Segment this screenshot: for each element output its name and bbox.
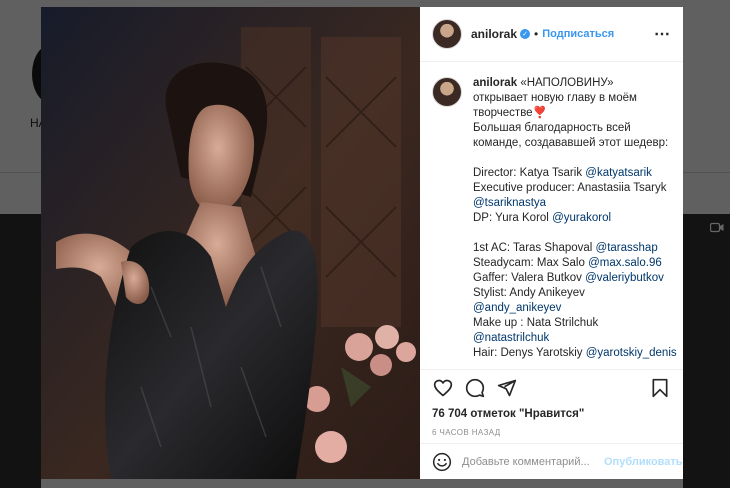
- caption-line: Gaffer: Valera Butkov @valeriybutkov: [473, 271, 677, 286]
- caption-line: Stylist: Andy Anikeyev: [473, 286, 677, 301]
- caption-mention-link[interactable]: @max.salo.96: [588, 257, 662, 269]
- caption-credit: DP: Yura Korol: [473, 212, 553, 224]
- caption-text: открывает новую главу в моём: [473, 92, 637, 104]
- post-modal: anilorak ✓ • Подписаться ⋯ anilorak «НАП…: [41, 7, 683, 479]
- caption-credit: Steadycam: Max Salo: [473, 257, 589, 269]
- comment-icon[interactable]: [464, 377, 486, 399]
- comment-form: Опубликовать: [420, 443, 683, 479]
- post-timestamp[interactable]: 6 ЧАСОВ НАЗАД: [420, 423, 683, 443]
- caption-line: [473, 151, 677, 166]
- caption-mention-link[interactable]: @yarotskiy_denis: [586, 347, 677, 359]
- follow-button[interactable]: Подписаться: [542, 28, 614, 40]
- caption-author-avatar[interactable]: [432, 77, 462, 107]
- caption-text: творчестве❣️: [473, 107, 547, 119]
- share-icon[interactable]: [496, 377, 518, 399]
- caption-credit: Gaffer: Valera Butkov: [473, 272, 586, 284]
- caption-mention-link[interactable]: @valeriybutkov: [585, 272, 664, 284]
- caption-line: @tsariknastya: [473, 196, 677, 211]
- heart-icon[interactable]: [432, 377, 454, 399]
- publish-button[interactable]: Опубликовать: [604, 456, 683, 468]
- caption-line: 1st AC: Taras Shapoval @tarasshap: [473, 241, 677, 256]
- caption-text: «НАПОЛОВИНУ»: [520, 77, 614, 89]
- author-avatar[interactable]: [432, 19, 462, 49]
- post-actions: [420, 369, 683, 405]
- post-sidebar: anilorak ✓ • Подписаться ⋯ anilorak «НАП…: [420, 7, 683, 479]
- ellipsis-icon[interactable]: ⋯: [654, 24, 671, 44]
- caption-mention-link[interactable]: @andy_anikeyev: [473, 302, 561, 314]
- caption-credit: Stylist: Andy Anikeyev: [473, 287, 585, 299]
- caption-credit: Make up : Nata Strilchuk: [473, 317, 599, 329]
- comment-input[interactable]: [462, 455, 604, 468]
- caption-line: DP: Yura Korol @yurakorol: [473, 211, 677, 226]
- post-photo-image: [41, 7, 420, 479]
- caption-text: Большая благодарность всей: [473, 122, 631, 134]
- caption-mention-link[interactable]: @tsariknastya: [473, 197, 546, 209]
- caption-line: @andy_anikeyev: [473, 301, 677, 316]
- verified-badge-icon: ✓: [520, 29, 531, 39]
- post-header: anilorak ✓ • Подписаться ⋯: [420, 7, 683, 62]
- caption-line: Make up : Nata Strilchuk: [473, 316, 677, 331]
- caption-line: Director: Katya Tsarik @katyatsarik: [473, 166, 677, 181]
- caption-line: Steadycam: Max Salo @max.salo.96: [473, 256, 677, 271]
- caption-line: Hair: Denys Yarotskiy @yarotskiy_denis: [473, 346, 677, 361]
- caption-line: @natastrilchuk: [473, 331, 677, 346]
- bookmark-icon[interactable]: [649, 377, 671, 399]
- likes-count[interactable]: 76 704 отметок "Нравится": [420, 405, 683, 423]
- author-username[interactable]: anilorak: [471, 27, 517, 41]
- caption-credit: Hair: Denys Yarotskiy: [473, 347, 586, 359]
- caption-line: anilorak «НАПОЛОВИНУ»: [473, 76, 677, 91]
- caption-line: команде, создававшей этот шедевр:: [473, 136, 677, 151]
- post-caption: anilorak «НАПОЛОВИНУ» открывает новую гла…: [473, 76, 677, 369]
- caption-mention-link[interactable]: @natastrilchuk: [473, 332, 549, 344]
- caption-username[interactable]: anilorak: [473, 77, 517, 89]
- caption-mention-link[interactable]: @katyatsarik: [585, 167, 652, 179]
- caption-line: творчестве❣️: [473, 106, 677, 121]
- caption-text: команде, создававшей этот шедевр:: [473, 137, 669, 149]
- caption-line: Executive producer: Anastasiia Tsaryk: [473, 181, 677, 196]
- post-photo[interactable]: [41, 7, 420, 479]
- post-comments-area: anilorak «НАПОЛОВИНУ» открывает новую гла…: [420, 62, 683, 369]
- header-dot-separator: •: [534, 27, 539, 41]
- caption-credit: 1st AC: Taras Shapoval: [473, 242, 596, 254]
- caption-mention-link[interactable]: @yurakorol: [552, 212, 611, 224]
- caption-line: Большая благодарность всей: [473, 121, 677, 136]
- emoji-icon[interactable]: [432, 452, 452, 472]
- caption-line: [473, 226, 677, 241]
- caption-credit: Director: Katya Tsarik: [473, 167, 586, 179]
- caption-credit: Executive producer: Anastasiia Tsaryk: [473, 182, 667, 194]
- caption-mention-link[interactable]: @tarasshap: [596, 242, 658, 254]
- caption-line: открывает новую главу в моём: [473, 91, 677, 106]
